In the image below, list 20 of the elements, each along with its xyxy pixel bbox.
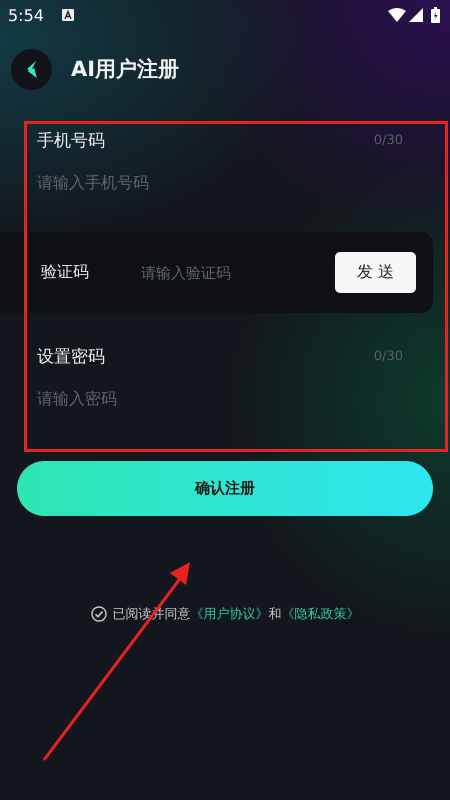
send-button[interactable]: 发 送 [334,252,416,293]
app-logo-icon [11,48,52,90]
character-counter: 0/30 [374,132,403,148]
code-label: 验证码 [41,262,90,283]
character-counter: 0/30 [374,348,403,364]
notification-icon [62,9,74,21]
password-label: 设置密码 [37,346,105,368]
wifi-icon [388,8,406,22]
user-agreement-link[interactable]: 《用户协议》 [190,607,268,622]
status-time: 5:54 [8,6,44,24]
confirm-register-button[interactable]: 确认注册 [17,461,433,516]
battery-icon [431,7,440,23]
signal-icon [409,8,423,22]
page-title: AI用户注册 [71,56,180,83]
code-input[interactable]: 请输入验证码 [140,250,335,294]
password-input[interactable]: 请输入密码 [37,376,367,420]
phone-input[interactable]: 请输入手机号码 [37,160,367,204]
privacy-policy-link[interactable]: 《隐私政策》 [282,607,360,622]
phone-label: 手机号码 [37,130,105,152]
checkbox[interactable] [90,606,106,622]
